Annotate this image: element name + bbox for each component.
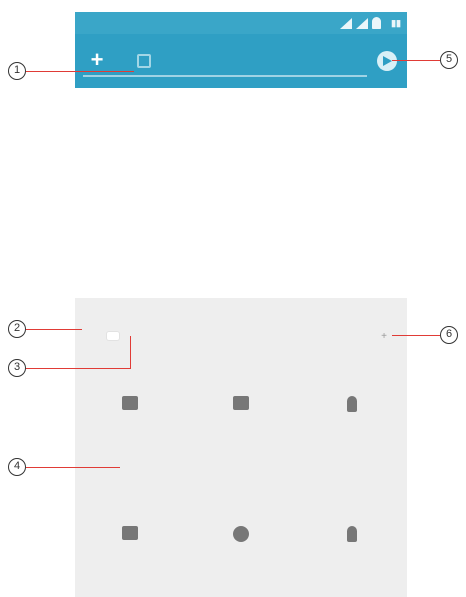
send-button[interactable] [377,51,397,71]
attachment-tab-bar: + [75,316,407,356]
grid-item-image[interactable] [186,378,297,458]
signal-icon-2 [356,17,369,29]
grid-item-mic[interactable] [296,508,407,588]
attachment-panel: + [75,298,407,597]
callout-3: 3 [8,359,26,377]
tab-attachment[interactable] [107,332,119,340]
record-icon [232,526,249,542]
status-icons: ▮▮ [340,15,401,31]
add-attachment-button[interactable]: + [87,49,107,71]
callout-5: 5 [440,51,458,69]
compose-area[interactable] [75,88,407,298]
grid-item-person[interactable] [296,378,407,458]
leader-line-3 [26,368,130,369]
battery-icon: ▮▮ [391,17,401,28]
action-bar: + [75,34,407,88]
mic-icon [346,526,357,542]
attachment-grid [75,378,407,588]
leader-line-3-vertical [130,336,131,369]
wifi-icon [372,17,382,29]
leader-line-6 [392,335,440,336]
grid-item-mail[interactable] [75,378,186,458]
message-input-underline[interactable] [83,75,367,77]
signal-icon [340,17,353,29]
leader-line-5 [392,60,440,61]
mail-icon [122,396,139,410]
grid-item-record[interactable] [186,508,297,588]
person-icon [346,396,357,412]
callout-6: 6 [440,326,458,344]
leader-line-2 [26,329,82,330]
status-bar: ▮▮ [75,12,407,34]
phone-screen: ▮▮ + + [75,12,407,597]
callout-4: 4 [8,458,26,476]
leader-line-4 [26,467,120,468]
video-icon [122,526,139,540]
grid-item-video[interactable] [75,508,186,588]
tab-plus-icon[interactable]: + [381,331,387,342]
callout-2: 2 [8,320,26,338]
gallery-icon[interactable] [137,54,151,68]
callout-1: 1 [8,62,26,80]
image-icon [232,396,249,410]
leader-line-1 [26,71,134,72]
